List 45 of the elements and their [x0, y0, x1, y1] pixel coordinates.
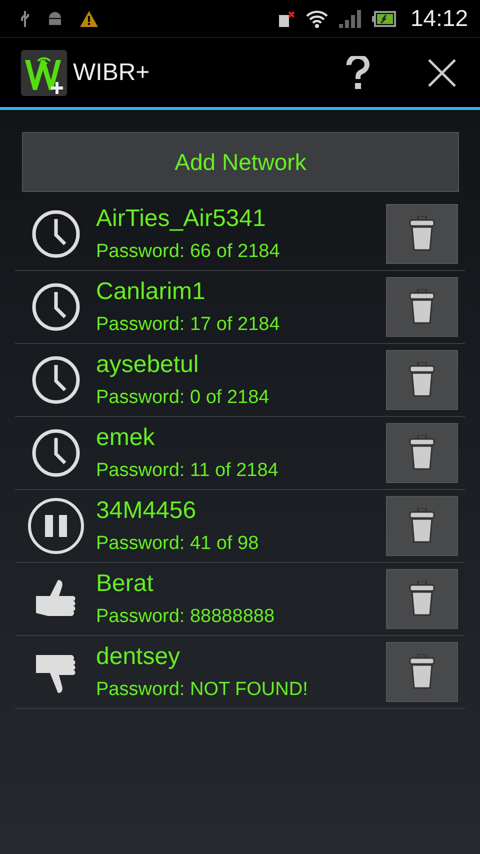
sim-missing-icon [278, 10, 296, 28]
password-status: Password: 11 of 2184 [96, 460, 280, 482]
help-icon[interactable] [346, 56, 370, 90]
clock-time: 14:12 [410, 5, 468, 32]
delete-button[interactable] [386, 350, 458, 410]
trash-icon [409, 289, 435, 325]
password-status: Password: 0 of 2184 [96, 387, 270, 409]
network-name: dentsey [96, 643, 182, 671]
network-name: 34M4456 [96, 497, 198, 525]
clock-icon [30, 209, 80, 259]
network-name: Berat [96, 570, 154, 598]
close-icon[interactable] [428, 58, 456, 86]
network-name: aysebetul [96, 351, 200, 379]
password-status: Password: 88888888 [96, 606, 276, 628]
signal-icon [338, 10, 362, 28]
wifi-icon [306, 10, 328, 28]
pause-icon [26, 497, 84, 555]
trash-icon [409, 654, 435, 690]
usb-icon [20, 10, 30, 28]
trash-icon [409, 508, 435, 544]
delete-button[interactable] [386, 569, 458, 629]
clock-icon [30, 282, 80, 332]
battery-icon [372, 10, 396, 26]
trash-icon [409, 362, 435, 398]
delete-button[interactable] [386, 204, 458, 264]
trash-icon [409, 581, 435, 617]
password-status: Password: 17 of 2184 [96, 314, 281, 336]
trash-icon [409, 435, 435, 471]
password-status: Password: 66 of 2184 [96, 241, 281, 263]
password-status: Password: 41 of 98 [96, 533, 260, 555]
delete-button[interactable] [386, 423, 458, 483]
network-name: AirTies_Air5341 [96, 205, 267, 233]
delete-button[interactable] [386, 642, 458, 702]
clock-icon [30, 355, 80, 405]
password-status: Password: NOT FOUND! [96, 679, 309, 701]
delete-button[interactable] [386, 496, 458, 556]
warning-icon [80, 10, 98, 26]
delete-button[interactable] [386, 277, 458, 337]
network-name: emek [96, 424, 156, 452]
app-title: WIBR+ [73, 58, 150, 86]
clock-icon [30, 428, 80, 478]
app-logo-icon [21, 50, 67, 96]
network-name: Canlarim1 [96, 278, 206, 306]
trash-icon [409, 216, 435, 252]
add-network-button[interactable]: Add Network [22, 132, 459, 192]
